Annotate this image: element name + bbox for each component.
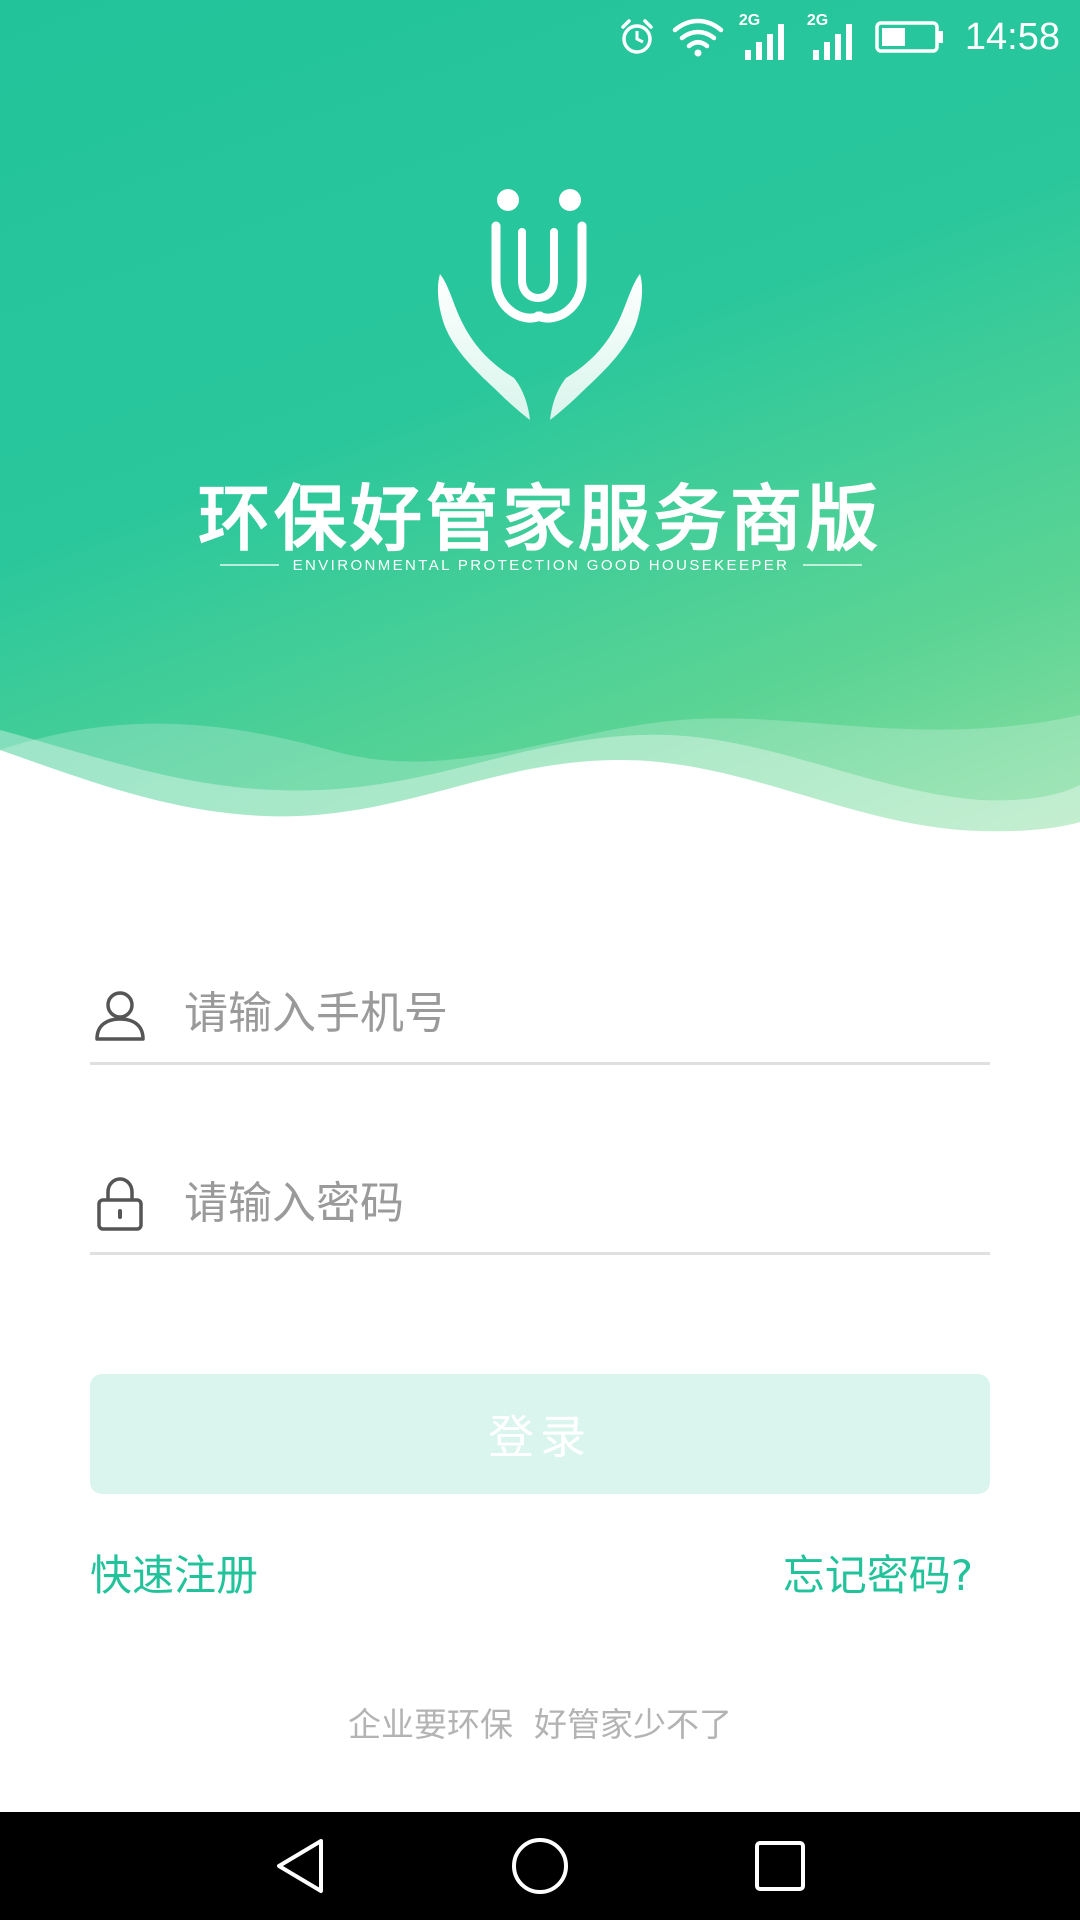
divider-line: [220, 564, 279, 566]
divider-line: [803, 564, 863, 566]
forgot-password-link[interactable]: 忘记密码?: [783, 1542, 973, 1603]
status-time: 14:58: [964, 15, 1060, 58]
register-link[interactable]: 快速注册: [90, 1542, 258, 1603]
recents-icon[interactable]: [735, 1821, 825, 1911]
password-field: [90, 1155, 990, 1255]
network-type-label: 2G: [806, 12, 829, 29]
lock-icon: [90, 1174, 150, 1234]
header-hero: 2G 2G 14:58 环保好管家服务商版 ENVIRONMENTAL PROT…: [0, 0, 1080, 850]
subtitle-row: ENVIRONMENTAL PROTECTION GOOD HOUSEKEEPE…: [220, 553, 863, 577]
phone-input[interactable]: [184, 988, 964, 1039]
battery-fill: [881, 28, 905, 46]
signal-icon: 2G: [807, 12, 861, 62]
network-type-label: 2G: [738, 12, 761, 29]
hands-logo-icon: [437, 189, 643, 420]
status-bar: 2G 2G 14:58: [0, 0, 1080, 74]
app-title: 环保好管家服务商版: [197, 477, 882, 561]
password-input[interactable]: [184, 1178, 964, 1229]
home-icon[interactable]: [495, 1821, 585, 1911]
user-icon: [90, 984, 150, 1044]
footer-slogan: 企业要环保 好管家少不了: [348, 1705, 732, 1744]
navigation-bar: [0, 1812, 1080, 1920]
wifi-icon: [671, 12, 725, 62]
battery-icon: [875, 12, 945, 62]
login-button[interactable]: 登录: [90, 1374, 990, 1494]
signal-icon: 2G: [739, 12, 793, 62]
wave-decoration: [0, 715, 1080, 850]
phone-field: [90, 965, 990, 1065]
alarm-icon: [617, 12, 657, 62]
back-icon[interactable]: [255, 1821, 345, 1911]
app-subtitle: ENVIRONMENTAL PROTECTION GOOD HOUSEKEEPE…: [292, 556, 790, 574]
